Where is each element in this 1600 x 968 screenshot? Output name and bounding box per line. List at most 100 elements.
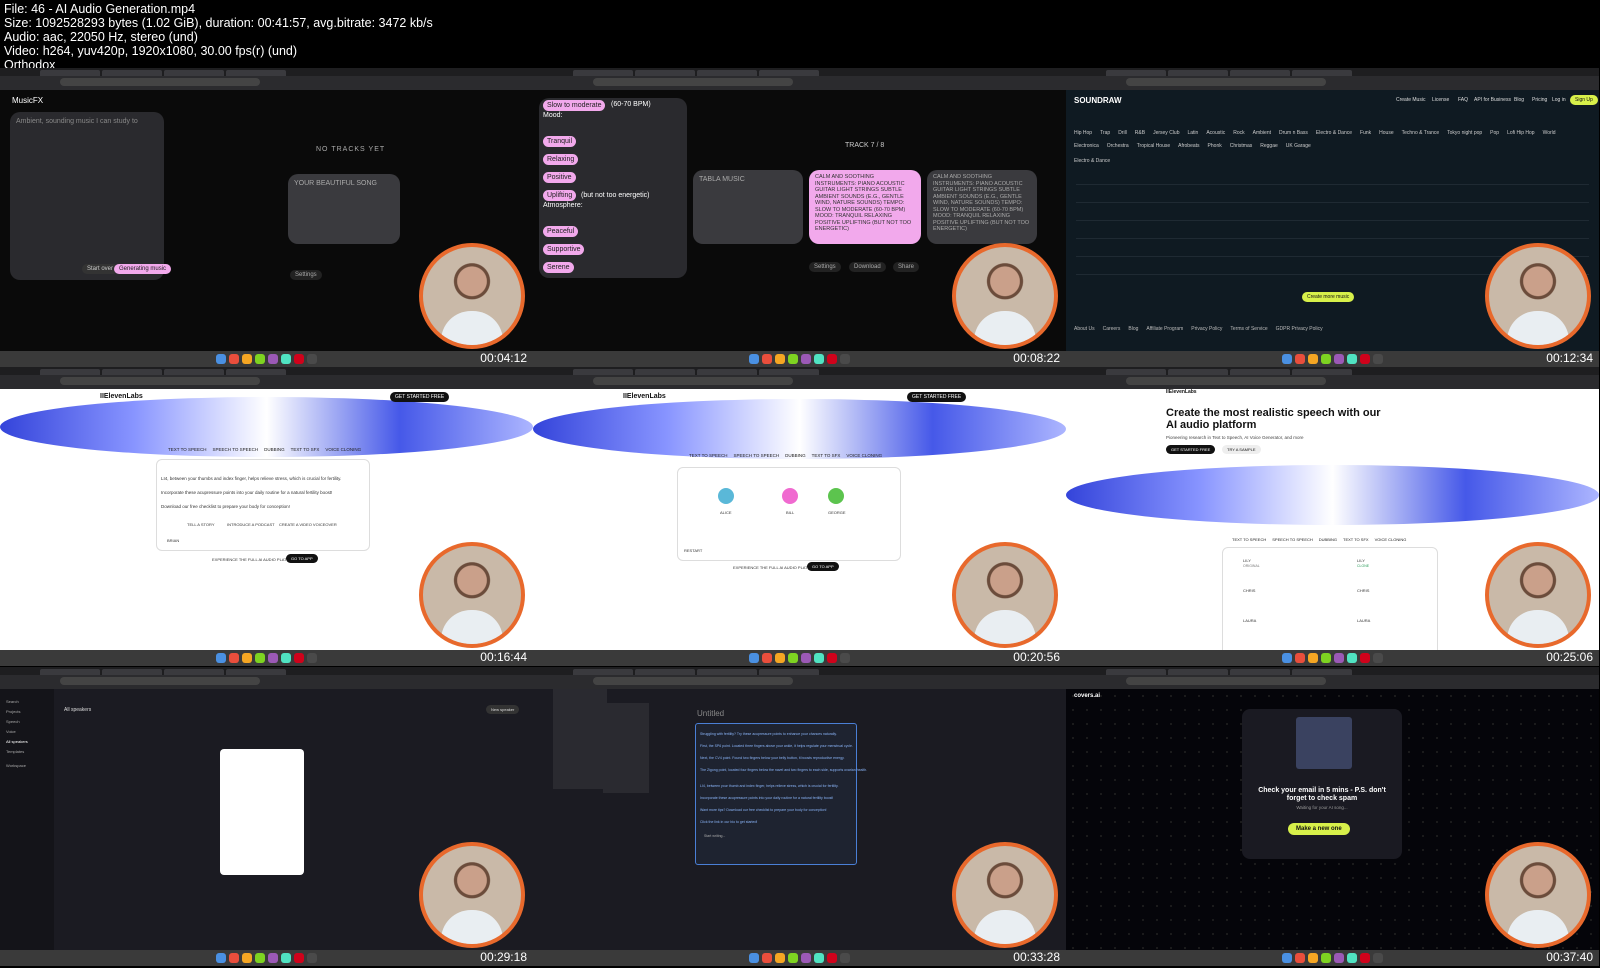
tab[interactable]: TEXT TO SPEECH xyxy=(1232,537,1266,542)
song-card[interactable]: YOUR BEAUTIFUL SONG xyxy=(288,174,400,244)
footer-link[interactable]: GDPR Privacy Policy xyxy=(1276,326,1323,332)
tab[interactable]: DUBBING xyxy=(785,453,806,458)
thumbnail-8[interactable]: Untitled Struggling with fertility? Try … xyxy=(533,667,1066,966)
track-card[interactable]: TABLA MUSIC xyxy=(693,170,803,244)
genre[interactable]: Hip Hop xyxy=(1074,130,1092,141)
thumbnail-7[interactable]: Search Projects Speech Voice All speaker… xyxy=(0,667,533,966)
genre[interactable]: Latin xyxy=(1187,130,1198,141)
tab[interactable]: TEXT TO SFX xyxy=(291,447,320,452)
try-sample-button[interactable]: TRY A SAMPLE xyxy=(1222,445,1261,454)
tab[interactable]: VOICE CLONING xyxy=(846,453,882,458)
go-to-app-button[interactable]: GO TO APP xyxy=(807,562,839,571)
sidebar-item[interactable]: Projects xyxy=(6,709,20,714)
nav-pricing[interactable]: Pricing xyxy=(1532,97,1547,103)
thumbnail-4[interactable]: IIElevenLabs GET STARTED FREE TEXT TO SP… xyxy=(0,367,533,666)
genre[interactable]: House xyxy=(1379,130,1393,141)
voice-orb[interactable] xyxy=(782,488,798,504)
genre[interactable]: Rock xyxy=(1233,130,1244,141)
share-button[interactable]: Share xyxy=(893,262,920,272)
track-card[interactable]: CALM AND SOOTHING INSTRUMENTS: PIANO ACO… xyxy=(927,170,1037,244)
tab[interactable]: VOICE CLONING xyxy=(325,447,361,452)
voice-orb[interactable] xyxy=(718,488,734,504)
genre[interactable]: R&B xyxy=(1135,130,1145,141)
settings-button[interactable]: Settings xyxy=(809,262,841,272)
genre[interactable]: Reggae xyxy=(1260,143,1278,154)
genre[interactable]: Lofi Hip Hop xyxy=(1507,130,1535,141)
thumbnail-1[interactable]: MusicFX Ambient, sounding music I can st… xyxy=(0,68,533,367)
tab[interactable]: TEXT TO SFX xyxy=(812,453,841,458)
sidebar-item[interactable]: Workspace xyxy=(6,763,26,768)
genre[interactable]: Techno & Trance xyxy=(1402,130,1440,141)
mood-tag[interactable]: Relaxing xyxy=(543,154,579,165)
nav-api[interactable]: API for Business xyxy=(1474,97,1511,103)
generate-button[interactable]: Generating music xyxy=(114,264,172,274)
genre[interactable]: Christmas xyxy=(1230,143,1253,154)
track-card-active[interactable]: CALM AND SOOTHING INSTRUMENTS: PIANO ACO… xyxy=(809,170,921,244)
create-more-button[interactable]: Create more music xyxy=(1302,292,1355,302)
thumbnail-3[interactable]: SOUNDRAW Create Music License FAQ API fo… xyxy=(1066,68,1599,367)
genre[interactable]: Electronica xyxy=(1074,143,1099,154)
genre[interactable]: Drum n Bass xyxy=(1279,130,1308,141)
submenu[interactable] xyxy=(603,703,649,793)
tab[interactable]: SPEECH TO SPEECH xyxy=(1272,537,1313,542)
track-row[interactable] xyxy=(1076,172,1589,185)
nav-license[interactable]: License xyxy=(1432,97,1449,103)
genre[interactable]: Drill xyxy=(1118,130,1127,141)
make-new-button[interactable]: Make a new one xyxy=(1288,823,1350,835)
footer-link[interactable]: Careers xyxy=(1103,326,1121,332)
genre[interactable]: Trap xyxy=(1100,130,1110,141)
restart-button[interactable]: RESTART xyxy=(684,548,702,553)
thumbnail-5[interactable]: IIElevenLabs GET STARTED FREE TEXT TO SP… xyxy=(533,367,1066,666)
start-over-button[interactable]: Start over xyxy=(82,264,119,274)
track-row[interactable] xyxy=(1076,226,1589,239)
footer-link[interactable]: Affiliate Program xyxy=(1146,326,1183,332)
genre[interactable]: Jersey Club xyxy=(1153,130,1179,141)
get-started-button[interactable]: GET STARTED FREE xyxy=(390,392,450,402)
start-writing[interactable]: Start writing... xyxy=(704,834,725,838)
mood-tag[interactable]: Tranquil xyxy=(543,136,577,147)
tab[interactable]: DUBBING xyxy=(264,447,285,452)
voice-select[interactable]: BRIAN xyxy=(167,538,179,543)
footer-link[interactable]: About Us xyxy=(1074,326,1095,332)
new-speaker-button[interactable]: New speaker xyxy=(486,705,520,714)
tab[interactable]: SPEECH TO SPEECH xyxy=(213,447,259,452)
thumbnail-2[interactable]: Slow to moderate (60-70 BPM) Mood: Tranq… xyxy=(533,68,1066,367)
genre[interactable]: Tokyo night pop xyxy=(1447,130,1482,141)
speaker-dialog[interactable] xyxy=(220,749,304,875)
footer-link[interactable]: Blog xyxy=(1128,326,1138,332)
download-button[interactable]: Download xyxy=(849,262,886,272)
tab[interactable]: SPEECH TO SPEECH xyxy=(734,453,780,458)
genre[interactable]: Afrobeats xyxy=(1178,143,1199,154)
nav-create[interactable]: Create Music xyxy=(1396,97,1425,103)
context-menu[interactable] xyxy=(553,689,607,789)
text-editor[interactable]: LI4, between your thumbs and index finge… xyxy=(156,459,370,551)
mood-tag[interactable]: Supportive xyxy=(543,244,585,255)
genre[interactable]: Tropical House xyxy=(1137,143,1170,154)
mood-tag[interactable]: Serene xyxy=(543,262,574,273)
get-started-button[interactable]: GET STARTED FREE xyxy=(1166,445,1216,454)
genre[interactable]: Orchestra xyxy=(1107,143,1129,154)
tab[interactable]: DUBBING xyxy=(1319,537,1337,542)
get-started-button[interactable]: GET STARTED FREE xyxy=(907,392,967,402)
nav-blog[interactable]: Blog xyxy=(1514,97,1524,103)
go-to-app-button[interactable]: GO TO APP xyxy=(286,554,318,563)
track-row[interactable] xyxy=(1076,190,1589,203)
thumbnail-6[interactable]: Create the most realistic speech with ou… xyxy=(1066,367,1599,666)
genre[interactable]: UK Garage xyxy=(1286,143,1311,154)
prompt-box[interactable]: Ambient, sounding music I can study to S… xyxy=(10,112,172,280)
genre[interactable]: Funk xyxy=(1360,130,1371,141)
voice-orb[interactable] xyxy=(828,488,844,504)
nav-login[interactable]: Log in xyxy=(1552,97,1566,103)
genre[interactable]: Acoustic xyxy=(1206,130,1225,141)
genre[interactable]: Phonk xyxy=(1208,143,1222,154)
sidebar-item[interactable]: All speakers xyxy=(6,739,28,744)
genre[interactable]: Ambient xyxy=(1253,130,1271,141)
settings-button[interactable]: Settings xyxy=(290,270,322,280)
genre[interactable]: World xyxy=(1543,130,1556,141)
nav-faq[interactable]: FAQ xyxy=(1458,97,1468,103)
action-chip[interactable]: TELL A STORY xyxy=(187,522,215,527)
sidebar-item[interactable]: Search xyxy=(6,699,19,704)
sidebar-item[interactable]: Templates xyxy=(6,749,24,754)
thumbnail-9[interactable]: covers.ai Check your email in 5 mins - P… xyxy=(1066,667,1599,966)
mood-tag[interactable]: Peaceful xyxy=(543,226,579,237)
